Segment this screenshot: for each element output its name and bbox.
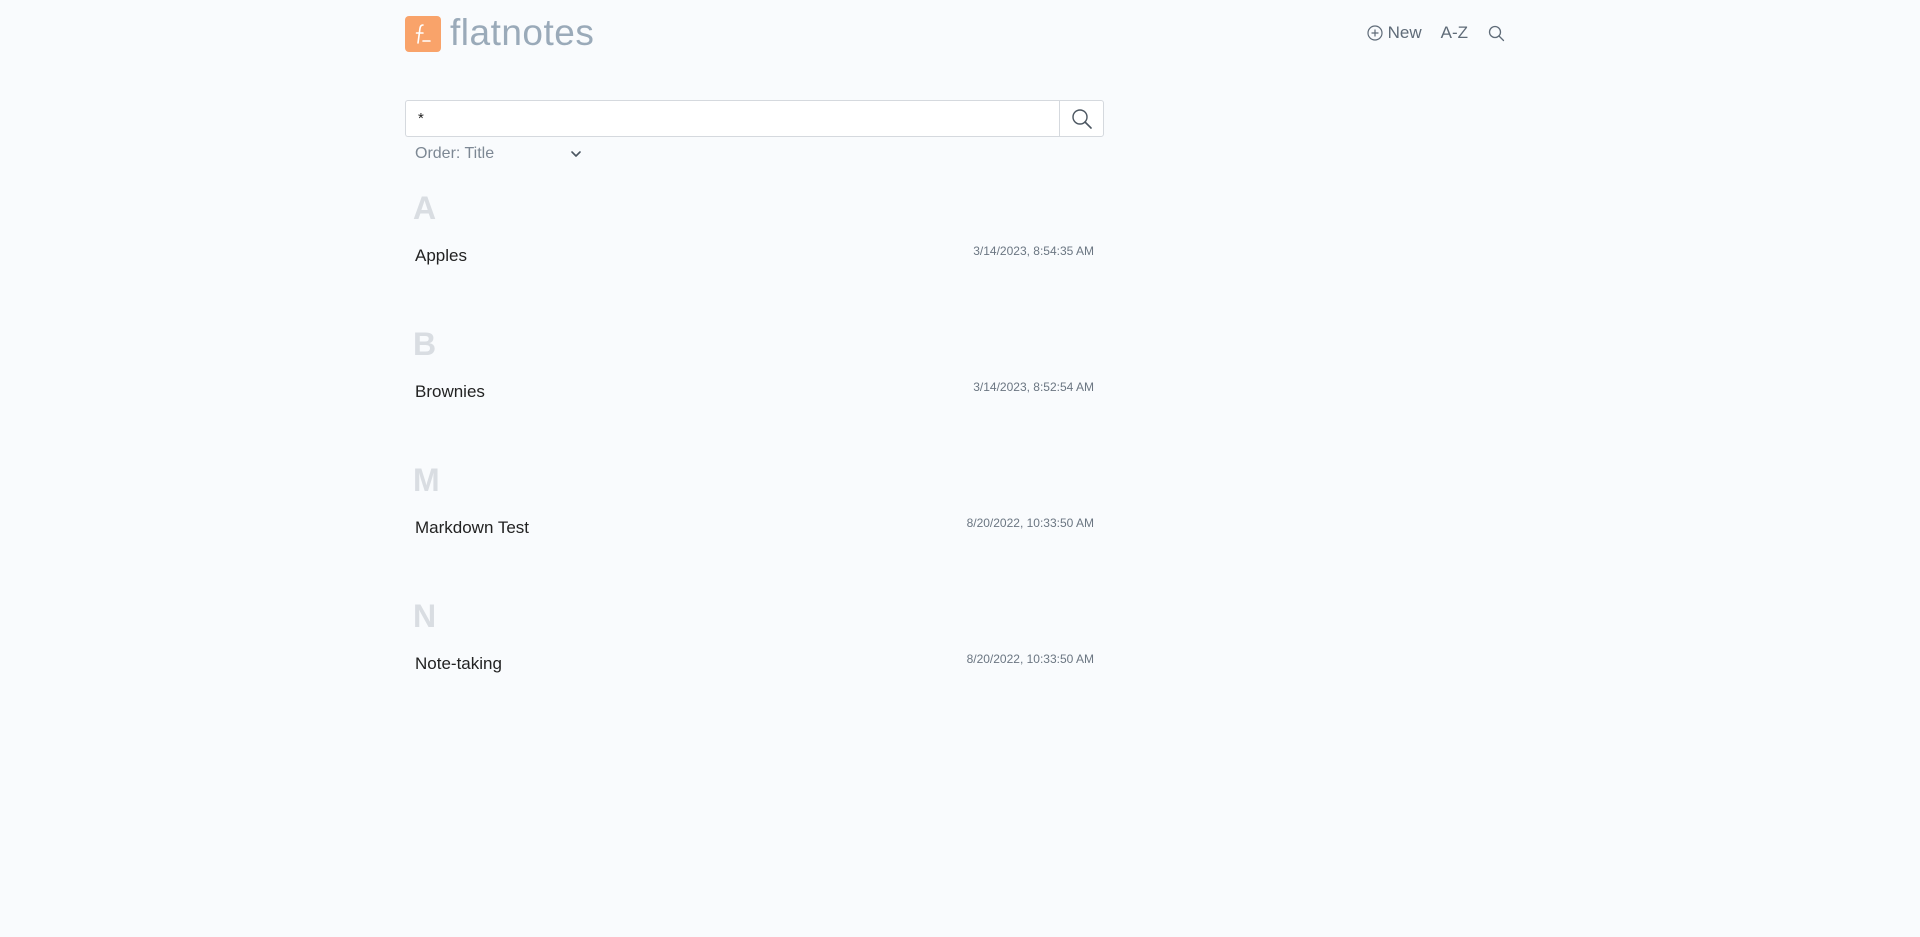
sort-order-value: Order: Title xyxy=(415,145,495,162)
top-nav: New A-Z xyxy=(1366,23,1505,43)
note-result[interactable]: Markdown Test 8/20/2022, 10:33:50 AM xyxy=(405,514,1104,544)
note-result[interactable]: Brownies 3/14/2023, 8:52:54 AM xyxy=(405,378,1104,408)
result-group-n: N Note-taking 8/20/2022, 10:33:50 AM xyxy=(405,598,1104,734)
brand-home-link[interactable]: flatnotes xyxy=(405,12,595,53)
group-letter: A xyxy=(413,190,437,226)
logo xyxy=(405,16,441,52)
note-title: Note-taking xyxy=(415,654,502,673)
note-modified-date: 3/14/2023, 8:52:54 AM xyxy=(973,380,1094,394)
note-title: Apples xyxy=(415,246,467,265)
note-result[interactable]: Note-taking 8/20/2022, 10:33:50 AM xyxy=(405,650,1104,680)
note-result[interactable]: Apples 3/14/2023, 8:54:35 AM xyxy=(405,242,1104,272)
a-z-button[interactable]: A-Z xyxy=(1441,23,1468,43)
header: flatnotes New A-Z xyxy=(405,12,1505,56)
search-results: A Apples 3/14/2023, 8:54:35 AM B Brownie… xyxy=(405,190,1104,734)
note-title: Markdown Test xyxy=(415,518,530,537)
note-modified-date: 3/14/2023, 8:54:35 AM xyxy=(973,244,1094,258)
search-icon xyxy=(1488,25,1505,41)
search-input[interactable] xyxy=(405,100,1059,137)
group-letter: M xyxy=(413,462,440,498)
result-group-b: B Brownies 3/14/2023, 8:52:54 AM xyxy=(405,326,1104,462)
group-letter: B xyxy=(413,326,437,362)
result-group-m: M Markdown Test 8/20/2022, 10:33:50 AM xyxy=(405,462,1104,598)
app-root: flatnotes New A-Z * Order: Title A Apple… xyxy=(0,0,1920,937)
app-name: flatnotes xyxy=(450,12,595,53)
chevron-down-icon xyxy=(571,151,581,157)
plus-circle-icon xyxy=(1366,25,1383,41)
search-nav-button[interactable] xyxy=(1488,25,1505,42)
a-z-label: A-Z xyxy=(1440,23,1468,42)
search-submit-button[interactable] xyxy=(1059,100,1104,137)
group-letter: N xyxy=(413,598,437,634)
new-note-button[interactable]: New xyxy=(1366,23,1422,43)
search-icon xyxy=(1071,108,1092,129)
note-title: Brownies xyxy=(415,382,485,401)
search-bar xyxy=(405,100,1104,137)
sort-order-select[interactable]: Order: Title xyxy=(415,145,582,163)
note-modified-date: 8/20/2022, 10:33:50 AM xyxy=(966,516,1094,530)
new-note-label: New xyxy=(1387,23,1422,42)
result-group-a: A Apples 3/14/2023, 8:54:35 AM xyxy=(405,190,1104,326)
note-modified-date: 8/20/2022, 10:33:50 AM xyxy=(966,652,1094,666)
logo-f-icon xyxy=(415,24,431,44)
